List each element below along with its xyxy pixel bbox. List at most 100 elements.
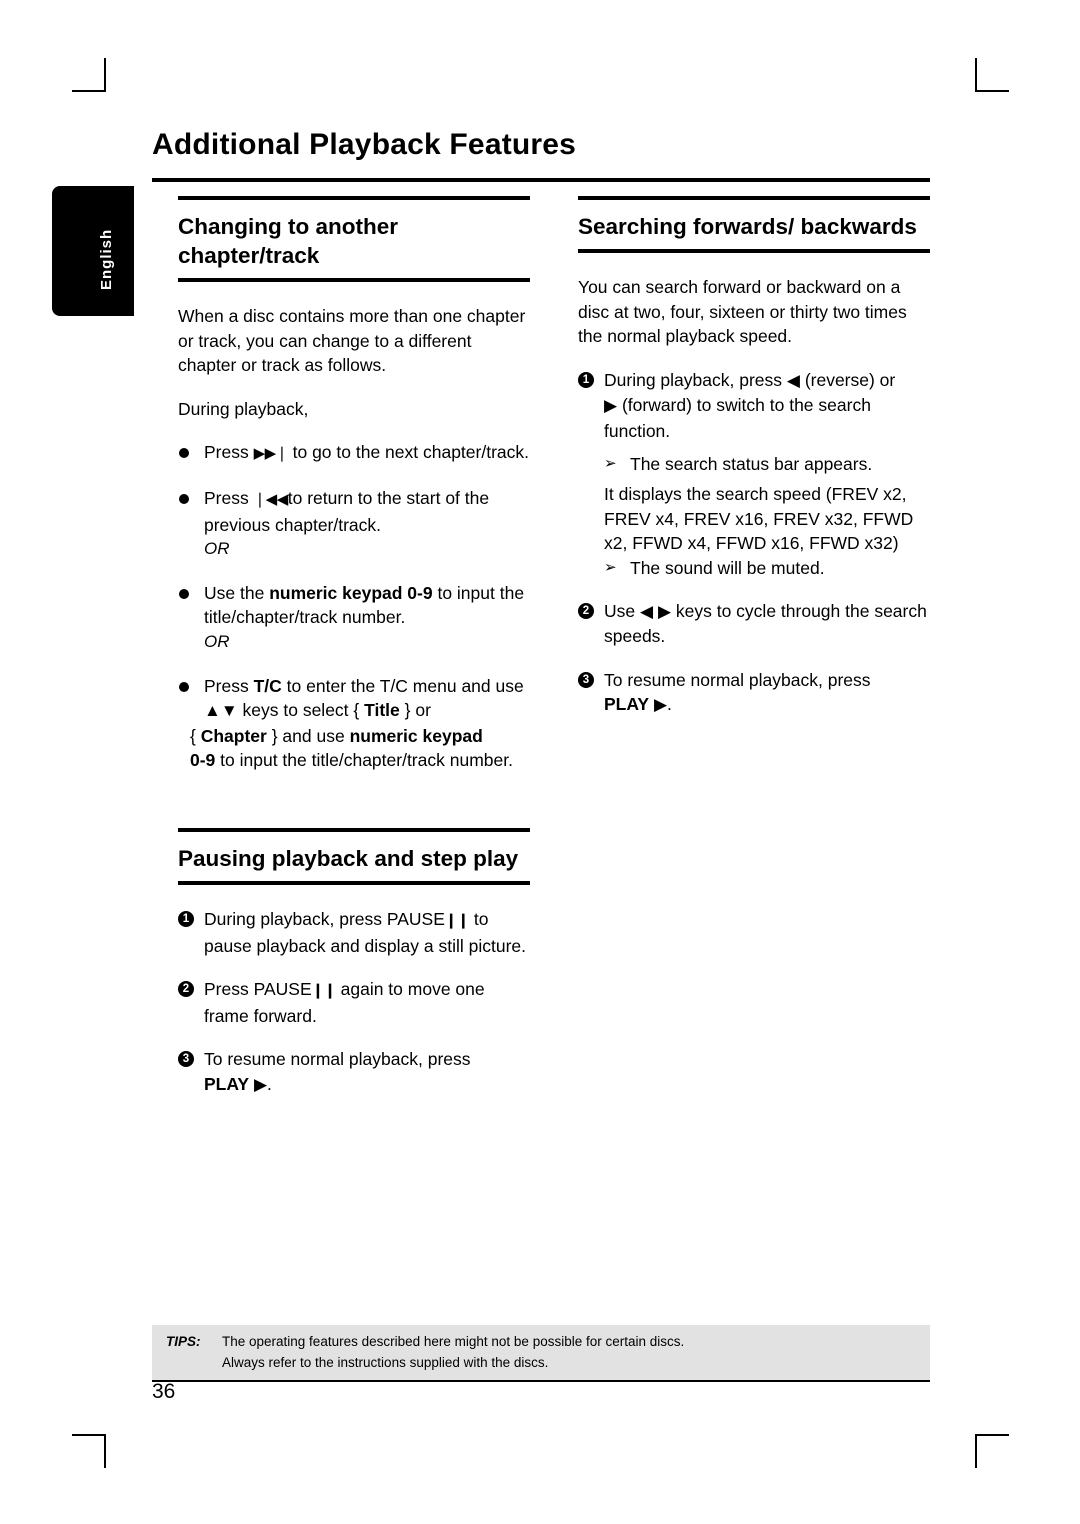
note-text: The search status bar appears. <box>630 453 873 474</box>
step-number-badge: 1 <box>578 371 594 388</box>
section-heading-changing-chapter: Changing to another chapter/track <box>178 214 398 268</box>
play-bold: PLAY <box>604 694 650 715</box>
crop-mark-top-right <box>975 58 1009 92</box>
list-item: 1 During playback, press PAUSE❙❙ to paus… <box>178 907 530 958</box>
tc-line4-text: to input the title/chapter/track number. <box>215 750 513 771</box>
play-line-post: . <box>267 1073 272 1094</box>
bullet-text-pre: Press <box>204 675 254 696</box>
step-text-pre: Press PAUSE <box>204 979 312 1000</box>
language-tab-label: English <box>98 228 115 290</box>
tips-label: TIPS: <box>166 1334 201 1349</box>
bullet-text-pre: Use the <box>204 582 270 603</box>
left-arrow-icon: ◀ <box>639 601 654 621</box>
numeric-keypad-bold: numeric keypad 0-9 <box>269 582 433 603</box>
pause-icon: ❙❙ <box>311 982 337 1000</box>
bullet-text-post: to enter the T/C menu and use <box>281 675 524 696</box>
list-item: 2 Use ◀ ▶ keys to cycle through the sear… <box>578 599 930 649</box>
note-text: The sound will be muted. <box>630 557 825 578</box>
list-item: 2 Press PAUSE❙❙ again to move one frame … <box>178 977 530 1028</box>
bullet-text-post: to go to the next chapter/track. <box>287 442 529 463</box>
reverse-icon: ◀ <box>786 370 800 390</box>
next-track-icon: ▶▶❘ <box>253 445 289 463</box>
note-row: ➢ The search status bar appears. <box>604 452 930 477</box>
step-number-badge: 2 <box>578 602 594 619</box>
bullet-icon <box>179 448 189 459</box>
section-heading-searching: Searching forwards/ backwards <box>578 214 917 239</box>
list-item: Use the numeric keypad 0-9 to input the … <box>178 581 530 655</box>
step-number-badge: 3 <box>178 1051 194 1068</box>
section-rule-top <box>578 196 930 200</box>
page-number: 36 <box>152 1380 176 1403</box>
during-playback-label: During playback, <box>178 398 309 419</box>
or-label: OR <box>204 631 230 651</box>
section-heading-pausing-playback: Pausing playback and step play <box>178 845 519 871</box>
section-rule-bottom <box>178 278 530 282</box>
step1-text-c: (forward) to switch to the search functi… <box>604 395 871 441</box>
title-divider <box>152 178 930 182</box>
list-item: Press ❘◀◀to return to the start of the p… <box>178 486 530 562</box>
tc-line3-a: { <box>190 725 201 746</box>
play-line-post: . <box>667 694 672 715</box>
step-number-badge: 2 <box>178 981 194 998</box>
tc-line-3: { Chapter } and use numeric keypad <box>190 724 530 749</box>
list-item: 3 To resume normal playback, press PLAY … <box>578 668 930 718</box>
tc-line-2: ▲▼ keys to select { Title } or <box>204 698 530 724</box>
note-row: ➢ The sound will be muted. <box>604 556 930 581</box>
crop-mark-bottom-right <box>975 1434 1009 1468</box>
arrow-right-icon: ➢ <box>604 558 617 576</box>
section-rule-bottom <box>178 880 530 885</box>
section-rule-top <box>178 827 530 832</box>
pause-icon: ❙❙ <box>444 911 470 929</box>
section-rule-top <box>178 196 530 200</box>
step3-text-a: To resume normal playback, press <box>604 669 871 690</box>
tc-line-4: 0-9 to input the title/chapter/track num… <box>190 748 530 773</box>
search-speed-block: It displays the search speed (FREV x2, F… <box>578 482 930 556</box>
bullet-text-pre: Press <box>204 442 254 463</box>
intro-paragraph: When a disc contains more than one chapt… <box>178 306 526 376</box>
numeric-keypad-bold: numeric keypad <box>349 725 483 746</box>
play-icon: ▶ <box>253 1074 268 1094</box>
play-bold: PLAY <box>204 1073 250 1094</box>
list-item: 1 During playback, press ◀ (reverse) or … <box>578 368 930 444</box>
step2-text-b: keys to cycle through the search speeds. <box>604 600 927 647</box>
tips-line-1: The operating features described here mi… <box>222 1334 685 1349</box>
title-bold: Title <box>364 700 400 721</box>
forward-icon: ▶ <box>604 396 618 416</box>
tc-button-bold: T/C <box>253 675 282 696</box>
step1-line2: ▶ (forward) to switch to the search func… <box>604 393 930 443</box>
play-line: PLAY ▶. <box>204 1072 530 1098</box>
section-rule-bottom <box>578 249 930 253</box>
right-column: Searching forwards/ backwards You can se… <box>578 196 930 737</box>
tips-line-2: Always refer to the instructions supplie… <box>222 1355 549 1370</box>
bullet-icon <box>179 681 189 692</box>
tips-box: TIPS: The operating features described h… <box>152 1325 930 1380</box>
intro-paragraph: You can search forward or backward on a … <box>578 277 907 347</box>
list-item: 3 To resume normal playback, press PLAY … <box>178 1047 530 1097</box>
tc-line2-text: keys to select { <box>237 700 365 721</box>
chapter-bold: Chapter <box>200 725 267 746</box>
arrow-right-icon: ➢ <box>604 454 617 472</box>
left-column: Changing to another chapter/track When a… <box>178 196 530 1116</box>
bullet-icon <box>179 588 189 599</box>
or-label: OR <box>204 539 230 559</box>
play-line: PLAY ▶. <box>604 692 930 718</box>
bullet-icon <box>179 493 189 504</box>
step1-text-b: (reverse) or <box>799 369 896 390</box>
footer-divider <box>152 1380 930 1382</box>
previous-track-icon: ❘◀◀ <box>253 490 289 508</box>
bullet-text-pre: Press <box>204 487 254 508</box>
search-speed-line2: FREV x4, FREV x16, FREV x32, FFWD <box>604 508 914 529</box>
language-tab: English <box>52 186 134 316</box>
crop-mark-top-left <box>72 58 106 92</box>
step2-text-a: Use <box>604 600 640 621</box>
step-text-pre: During playback, press PAUSE <box>204 908 445 929</box>
search-speed-line3: x2, FFWD x4, FFWD x16, FFWD x32) <box>604 533 899 554</box>
keypad-range-bold: 0-9 <box>190 750 216 771</box>
search-speed-line1: It displays the search speed (FREV x2, <box>604 484 907 505</box>
step-number-badge: 1 <box>178 910 194 927</box>
tc-line2-end: } or <box>399 700 431 721</box>
step1-text-a: During playback, press <box>604 369 787 390</box>
step-number-badge: 3 <box>578 671 594 688</box>
crop-mark-bottom-left <box>72 1434 106 1468</box>
list-item: Press T/C to enter the T/C menu and use … <box>178 674 530 773</box>
